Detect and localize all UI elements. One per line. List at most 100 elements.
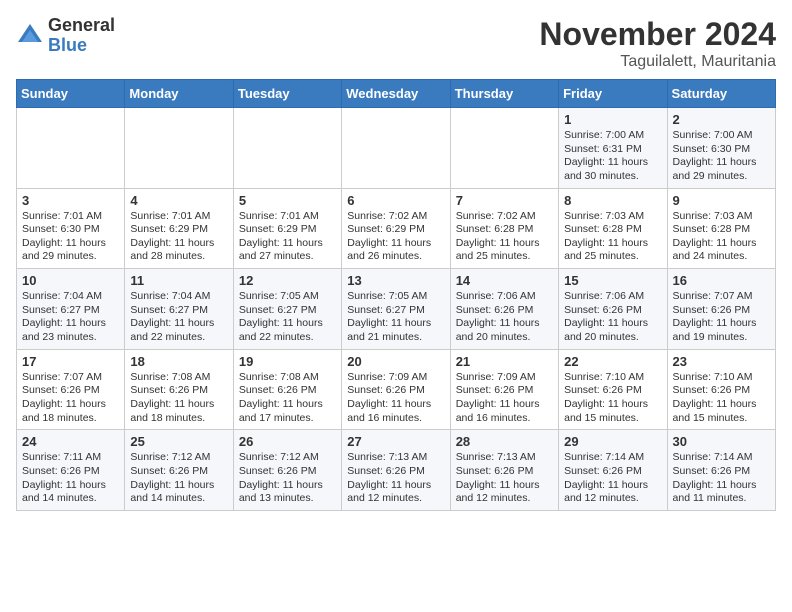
day-number: 12 [239, 273, 336, 288]
day-info: Sunset: 6:26 PM [456, 465, 553, 479]
calendar-cell: 22Sunrise: 7:10 AMSunset: 6:26 PMDayligh… [559, 349, 667, 430]
day-info: Daylight: 11 hours and 17 minutes. [239, 398, 336, 425]
calendar-cell: 9Sunrise: 7:03 AMSunset: 6:28 PMDaylight… [667, 188, 775, 269]
weekday-header-monday: Monday [125, 80, 233, 108]
day-info: Sunset: 6:29 PM [130, 223, 227, 237]
day-info: Daylight: 11 hours and 12 minutes. [347, 479, 444, 506]
calendar-cell: 27Sunrise: 7:13 AMSunset: 6:26 PMDayligh… [342, 430, 450, 511]
day-number: 17 [22, 354, 119, 369]
day-info: Sunset: 6:29 PM [239, 223, 336, 237]
calendar-cell: 6Sunrise: 7:02 AMSunset: 6:29 PMDaylight… [342, 188, 450, 269]
day-info: Daylight: 11 hours and 14 minutes. [130, 479, 227, 506]
calendar-cell: 10Sunrise: 7:04 AMSunset: 6:27 PMDayligh… [17, 269, 125, 350]
day-number: 23 [673, 354, 770, 369]
day-info: Sunset: 6:26 PM [673, 465, 770, 479]
calendar-cell: 7Sunrise: 7:02 AMSunset: 6:28 PMDaylight… [450, 188, 558, 269]
day-info: Sunrise: 7:13 AM [456, 451, 553, 465]
day-number: 6 [347, 193, 444, 208]
day-info: Daylight: 11 hours and 29 minutes. [673, 156, 770, 183]
day-info: Sunset: 6:27 PM [130, 304, 227, 318]
day-info: Daylight: 11 hours and 21 minutes. [347, 317, 444, 344]
calendar-cell: 28 Sunrise: 7:13 AMSunset: 6:26 PMDayligh… [450, 430, 558, 511]
week-row-5: 24Sunrise: 7:11 AMSunset: 6:26 PMDayligh… [17, 430, 776, 511]
day-number: 9 [673, 193, 770, 208]
day-info: Sunset: 6:26 PM [347, 465, 444, 479]
day-info: Sunset: 6:26 PM [564, 465, 661, 479]
calendar-cell: 29Sunrise: 7:14 AMSunset: 6:26 PMDayligh… [559, 430, 667, 511]
day-info: Sunrise: 7:14 AM [673, 451, 770, 465]
day-number: 11 [130, 273, 227, 288]
calendar-cell: 23Sunrise: 7:10 AMSunset: 6:26 PMDayligh… [667, 349, 775, 430]
day-info: Daylight: 11 hours and 30 minutes. [564, 156, 661, 183]
day-info: Daylight: 11 hours and 15 minutes. [564, 398, 661, 425]
logo-icon [16, 22, 44, 50]
day-number: 13 [347, 273, 444, 288]
day-info: Sunset: 6:26 PM [22, 384, 119, 398]
weekday-header-row: SundayMondayTuesdayWednesdayThursdayFrid… [17, 80, 776, 108]
day-info: Sunset: 6:26 PM [239, 465, 336, 479]
day-number: 8 [564, 193, 661, 208]
logo-general-text: General [48, 16, 115, 36]
calendar-cell: 17Sunrise: 7:07 AMSunset: 6:26 PMDayligh… [17, 349, 125, 430]
day-info: Daylight: 11 hours and 22 minutes. [130, 317, 227, 344]
week-row-1: 1Sunrise: 7:00 AMSunset: 6:31 PMDaylight… [17, 108, 776, 189]
calendar-cell: 13Sunrise: 7:05 AMSunset: 6:27 PMDayligh… [342, 269, 450, 350]
day-info: Daylight: 11 hours and 25 minutes. [564, 237, 661, 264]
day-number: 26 [239, 434, 336, 449]
day-info: Sunrise: 7:02 AM [347, 210, 444, 224]
calendar-cell: 14Sunrise: 7:06 AMSunset: 6:26 PMDayligh… [450, 269, 558, 350]
day-number: 3 [22, 193, 119, 208]
day-info: Sunset: 6:26 PM [347, 384, 444, 398]
day-info: Sunrise: 7:07 AM [673, 290, 770, 304]
day-number: 20 [347, 354, 444, 369]
day-info: Sunrise: 7:07 AM [22, 371, 119, 385]
day-number: 21 [456, 354, 553, 369]
day-info: Daylight: 11 hours and 24 minutes. [673, 237, 770, 264]
calendar-cell: 18Sunrise: 7:08 AMSunset: 6:26 PMDayligh… [125, 349, 233, 430]
calendar-cell [17, 108, 125, 189]
day-info: Sunset: 6:26 PM [673, 384, 770, 398]
day-info: Daylight: 11 hours and 13 minutes. [239, 479, 336, 506]
day-info: Sunrise: 7:14 AM [564, 451, 661, 465]
location-title: Taguilalett, Mauritania [539, 53, 776, 71]
logo-text: General Blue [48, 16, 115, 56]
day-info: Sunset: 6:30 PM [22, 223, 119, 237]
day-info: Daylight: 11 hours and 14 minutes. [22, 479, 119, 506]
calendar-cell: 5Sunrise: 7:01 AMSunset: 6:29 PMDaylight… [233, 188, 341, 269]
weekday-header-tuesday: Tuesday [233, 80, 341, 108]
calendar-cell: 4Sunrise: 7:01 AMSunset: 6:29 PMDaylight… [125, 188, 233, 269]
calendar-cell: 1Sunrise: 7:00 AMSunset: 6:31 PMDaylight… [559, 108, 667, 189]
day-info: Sunrise: 7:03 AM [564, 210, 661, 224]
logo-blue-text: Blue [48, 36, 115, 56]
day-info: Sunset: 6:27 PM [347, 304, 444, 318]
weekday-header-wednesday: Wednesday [342, 80, 450, 108]
day-info: Sunrise: 7:10 AM [564, 371, 661, 385]
day-info: Daylight: 11 hours and 12 minutes. [564, 479, 661, 506]
day-info: Sunset: 6:26 PM [456, 304, 553, 318]
day-info: Sunset: 6:27 PM [22, 304, 119, 318]
week-row-3: 10Sunrise: 7:04 AMSunset: 6:27 PMDayligh… [17, 269, 776, 350]
day-number: 28 [456, 434, 553, 449]
day-number: 5 [239, 193, 336, 208]
day-info: Sunrise: 7:08 AM [130, 371, 227, 385]
day-info: Daylight: 11 hours and 16 minutes. [456, 398, 553, 425]
calendar-cell: 2Sunrise: 7:00 AMSunset: 6:30 PMDaylight… [667, 108, 775, 189]
day-info: Sunrise: 7:05 AM [239, 290, 336, 304]
calendar-cell: 12Sunrise: 7:05 AMSunset: 6:27 PMDayligh… [233, 269, 341, 350]
day-info: Sunset: 6:30 PM [673, 143, 770, 157]
day-info: Sunrise: 7:06 AM [564, 290, 661, 304]
day-info: Daylight: 11 hours and 16 minutes. [347, 398, 444, 425]
day-number: 16 [673, 273, 770, 288]
weekday-header-saturday: Saturday [667, 80, 775, 108]
day-info: Sunrise: 7:11 AM [22, 451, 119, 465]
day-info: Sunrise: 7:01 AM [22, 210, 119, 224]
day-info: Sunrise: 7:02 AM [456, 210, 553, 224]
day-number: 27 [347, 434, 444, 449]
week-row-4: 17Sunrise: 7:07 AMSunset: 6:26 PMDayligh… [17, 349, 776, 430]
day-info: Daylight: 11 hours and 12 minutes. [456, 479, 553, 506]
day-info: Daylight: 11 hours and 22 minutes. [239, 317, 336, 344]
day-info: Sunset: 6:29 PM [347, 223, 444, 237]
day-info: Sunrise: 7:04 AM [22, 290, 119, 304]
calendar-cell: 11 Sunrise: 7:04 AMSunset: 6:27 PMDayligh… [125, 269, 233, 350]
day-info: Sunrise: 7:04 AM [130, 290, 227, 304]
